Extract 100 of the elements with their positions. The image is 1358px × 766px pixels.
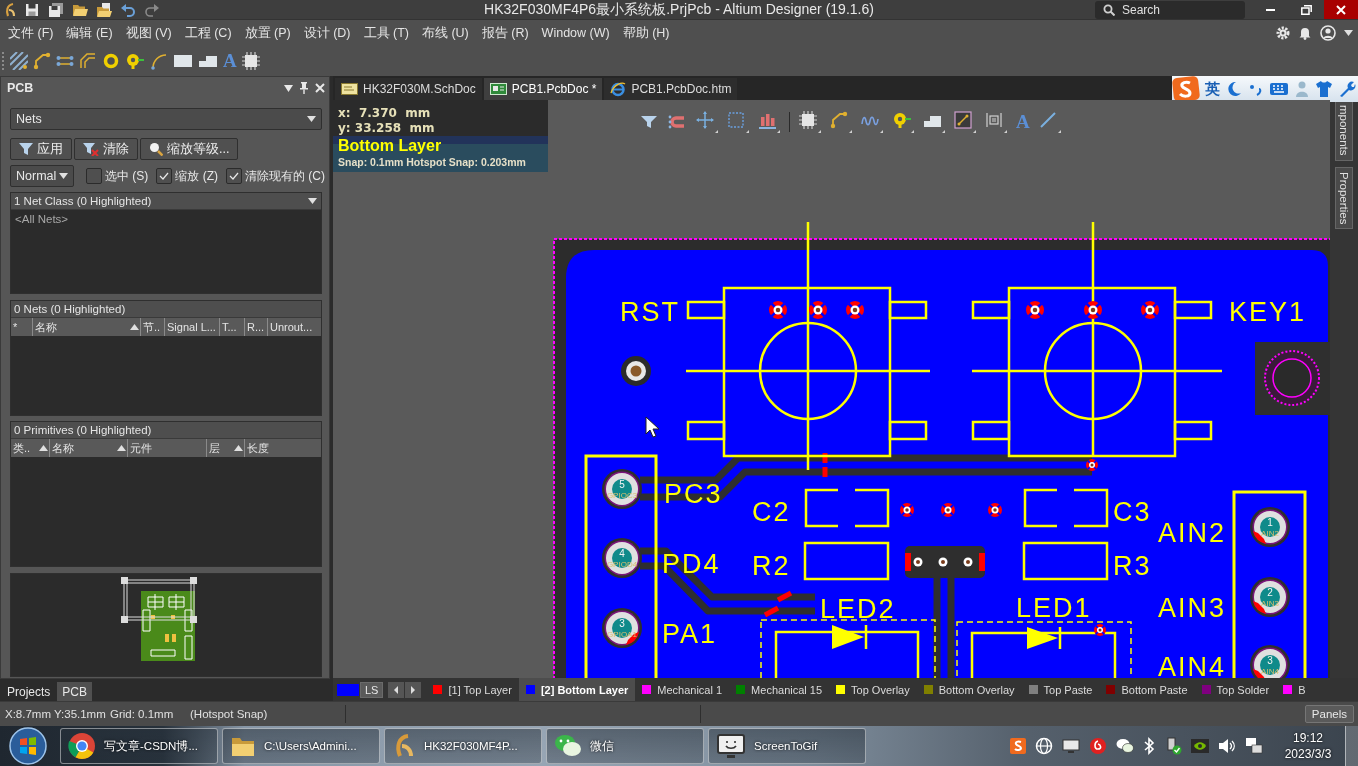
layer-tab[interactable]: B [1276,678,1313,701]
align-bars-icon[interactable] [758,111,780,133]
chat-bubbles-icon[interactable] [1116,738,1134,754]
menu-item[interactable]: 视图 (V) [125,24,172,42]
show-desktop-button[interactable] [1345,726,1358,766]
open-document-folder-icon[interactable] [96,1,112,18]
column-header[interactable]: Unrout... [267,318,321,336]
checkbox[interactable] [156,168,173,184]
list-item[interactable]: <All Nets> [15,213,317,225]
settings-icon[interactable] [1276,26,1290,40]
layer-tab[interactable]: Top Solder [1194,678,1277,701]
menu-item[interactable]: 工具 (T) [363,24,409,42]
column-header[interactable]: 类.. [11,439,49,457]
column-header[interactable]: Signal L... [164,318,219,336]
taskbar-button[interactable]: 写文章-CSDN博... [60,728,218,764]
monitor-icon[interactable] [1062,738,1080,754]
layer-set-button[interactable]: LS [360,681,384,698]
panel-menu-caret-icon[interactable] [284,84,293,92]
save-all-icon[interactable] [48,1,64,18]
menu-item[interactable]: 设计 (D) [303,24,351,42]
column-header[interactable]: T... [219,318,244,336]
taskbar-button[interactable]: 微信 [546,728,704,764]
start-orb-icon[interactable] [9,727,47,765]
column-header[interactable]: 名称 [32,318,140,336]
multi-route-icon[interactable] [79,52,97,70]
side-panel-tab[interactable]: mponents [1335,100,1353,161]
view-frame[interactable] [121,577,197,623]
taskbar-button[interactable]: HK32F030MF4P... [384,728,542,764]
search-field[interactable]: Search [1095,0,1245,19]
column-header[interactable]: 节.. [140,318,164,336]
keyboard-icon[interactable] [1269,81,1289,97]
s-tile-icon[interactable] [1010,738,1026,754]
menu-item[interactable]: 报告 (R) [481,24,529,42]
panel-tab[interactable]: Projects [2,682,56,701]
toolbar-grip[interactable] [2,52,5,70]
document-tab[interactable]: PCB1.PcbDoc.htm [604,78,738,100]
filter-icon[interactable] [640,113,658,131]
save-icon[interactable] [24,1,40,18]
moon-icon[interactable] [1225,80,1243,98]
menu-item[interactable]: Window (W) [541,26,610,40]
checkbox[interactable] [86,168,102,184]
component-chip-icon[interactable] [799,111,821,133]
layer-tab[interactable]: [2] Bottom Layer [518,678,636,701]
column-header[interactable]: * [11,318,32,336]
via-icon[interactable] [892,111,914,133]
clock[interactable]: 19:12 2023/3/3 [1277,728,1339,764]
layer-tab[interactable]: [1] Top Layer [426,678,519,701]
speaker-icon[interactable] [1218,738,1236,754]
panel-button[interactable]: 缩放等级... [140,138,239,160]
device-check-icon[interactable] [1164,737,1182,755]
panel-tab[interactable]: PCB [57,682,93,701]
panel-button[interactable]: 清除 [74,138,138,160]
close-button[interactable] [1324,0,1358,19]
globe-icon[interactable] [1035,737,1053,755]
via-icon[interactable] [125,52,145,70]
s-logo-icon[interactable] [1172,76,1200,102]
shirt-icon[interactable] [1315,80,1333,98]
document-tab[interactable]: PCB1.PcbDoc * [483,78,603,100]
move-cross-icon[interactable] [696,111,718,133]
undo-icon[interactable] [120,1,136,18]
checkbox-label[interactable]: 清除现有的 (C) [245,167,325,185]
fill-rectangle-icon[interactable] [173,52,193,70]
column-header[interactable]: 元件 [127,439,206,457]
network-icon[interactable] [1245,737,1263,755]
layer-tab[interactable]: Bottom Paste [1099,678,1195,701]
column-header[interactable]: R... [244,318,267,336]
pad-icon[interactable] [102,52,120,70]
input-mode-toggle[interactable]: 英 [1205,79,1220,99]
layer-tab[interactable]: Bottom Overlay [916,678,1022,701]
user-icon[interactable] [1320,25,1336,41]
eye-badge-icon[interactable] [1191,738,1209,754]
close-icon[interactable] [315,83,325,93]
component-chip-icon[interactable] [241,52,260,70]
taskbar-button[interactable]: C:\Users\Admini... [222,728,380,764]
panel-button[interactable]: 应用 [10,138,72,160]
document-tab[interactable]: HK32F030M.SchDoc [335,78,482,100]
column-header[interactable]: 层 [206,439,244,457]
swirl-circle-icon[interactable] [1089,737,1107,755]
hatch-fill-icon[interactable] [10,52,28,70]
menu-item[interactable]: 文件 (F) [8,24,54,42]
line-tool-icon[interactable] [1038,111,1061,133]
arc-icon[interactable] [150,52,168,70]
bracketed-box-icon[interactable] [985,111,1007,133]
menu-item[interactable]: 帮助 (H) [622,24,670,42]
menu-item[interactable]: 工程 (C) [184,24,232,42]
checkbox[interactable] [226,168,242,184]
pin-icon[interactable] [299,82,309,94]
column-header[interactable]: 长度 [244,439,321,457]
panels-button[interactable]: Panels [1304,705,1354,723]
column-header[interactable]: 名称 [49,439,127,457]
side-panel-tab[interactable]: Properties [1335,166,1353,229]
scroll-right-icon[interactable] [405,681,422,698]
layer-tab[interactable]: Mechanical 1 [635,678,730,701]
dimension-box-icon[interactable] [954,111,976,133]
wrench-icon[interactable] [1338,80,1356,98]
menu-item[interactable]: 布线 (U) [421,24,469,42]
checkbox-label[interactable]: 缩放 (Z) [175,167,218,185]
menu-item[interactable]: 放置 (P) [244,24,291,42]
notification-bell-icon[interactable] [1298,26,1312,40]
redo-icon[interactable] [144,1,160,18]
